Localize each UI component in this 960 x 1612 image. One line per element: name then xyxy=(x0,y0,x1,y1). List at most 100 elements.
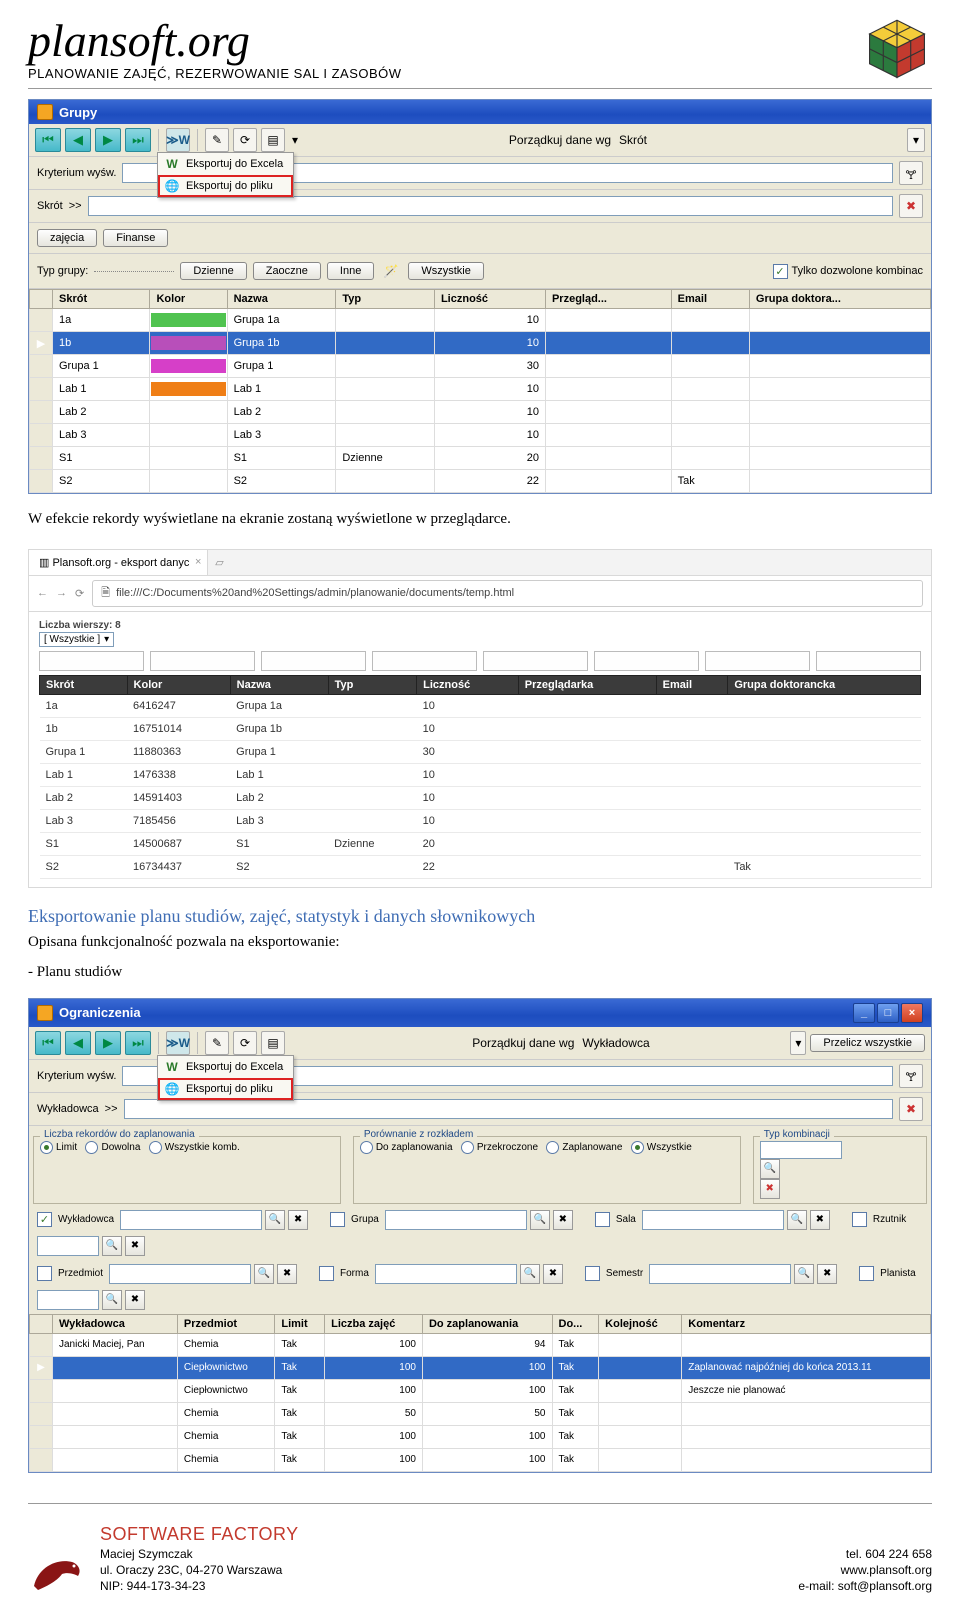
tab-zajecia[interactable]: zajęcia xyxy=(37,229,97,247)
col-gd[interactable]: Grupa doktora... xyxy=(749,290,930,309)
field-przedmiot[interactable] xyxy=(109,1264,251,1284)
table-row[interactable]: ChemiaTak100100Tak xyxy=(30,1425,931,1448)
col-typ[interactable]: Typ xyxy=(336,290,435,309)
col-do[interactable]: Do... xyxy=(552,1314,599,1333)
col-email[interactable]: Email xyxy=(671,290,749,309)
col-lz[interactable]: Liczba zajęć xyxy=(325,1314,423,1333)
search-icon[interactable]: 🔍 xyxy=(254,1264,274,1284)
radio-przekroczone[interactable] xyxy=(461,1141,474,1154)
radio-dowolna[interactable] xyxy=(85,1141,98,1154)
search-icon[interactable]: 🔍 xyxy=(102,1236,122,1256)
chk-przedmiot[interactable] xyxy=(37,1266,52,1281)
search-icon[interactable]: 🔍 xyxy=(265,1210,285,1230)
filter-all-select[interactable]: [ Wszystkie ]▾ xyxy=(39,632,114,647)
col-wyk[interactable]: Wykładowca xyxy=(53,1314,178,1333)
nav-prev-icon[interactable]: ◀ xyxy=(65,128,91,152)
filter-cell[interactable] xyxy=(150,651,255,671)
clear-icon[interactable]: ✖ xyxy=(553,1210,573,1230)
btn-wszystkie[interactable]: Wszystkie xyxy=(408,262,484,280)
chk-rzutnik[interactable] xyxy=(852,1212,867,1227)
search-icon[interactable]: 🔍 xyxy=(102,1290,122,1310)
col-skrot[interactable]: Skrót xyxy=(53,290,150,309)
search-icon[interactable]: 🔍 xyxy=(530,1210,550,1230)
table-row[interactable]: Lab 2Lab 210 xyxy=(30,401,931,424)
clear-icon[interactable]: ✖ xyxy=(277,1264,297,1284)
refresh-icon[interactable]: ⟳ xyxy=(233,128,257,152)
tab-finanse[interactable]: Finanse xyxy=(103,229,168,247)
nav-back-icon[interactable]: ← xyxy=(37,587,48,599)
chk-semestr[interactable] xyxy=(585,1266,600,1281)
filter-cell[interactable] xyxy=(816,651,921,671)
export-excel-item[interactable]: WEksportuj do Excela xyxy=(158,153,293,175)
table-row[interactable]: ChemiaTak100100Tak xyxy=(30,1448,931,1471)
wyk-field[interactable] xyxy=(124,1099,893,1119)
recalc-button[interactable]: Przelicz wszystkie xyxy=(810,1034,925,1052)
field-grupa[interactable] xyxy=(385,1210,527,1230)
chevron-down-icon[interactable]: ▾ xyxy=(289,129,301,151)
table-row[interactable]: S2S222Tak xyxy=(30,470,931,493)
nav-prev-icon[interactable]: ◀ xyxy=(65,1031,91,1055)
filter-cell[interactable] xyxy=(483,651,588,671)
table-row[interactable]: ▶1bGrupa 1b10 xyxy=(30,332,931,355)
filter-cell[interactable] xyxy=(705,651,810,671)
maximize-icon[interactable]: □ xyxy=(877,1003,899,1023)
col-kolor[interactable]: Kolor xyxy=(150,290,227,309)
clear-icon[interactable]: ✖ xyxy=(899,194,923,218)
chk-grupa[interactable] xyxy=(330,1212,345,1227)
minimize-icon[interactable]: _ xyxy=(853,1003,875,1023)
table-row[interactable]: Grupa 1Grupa 130 xyxy=(30,355,931,378)
bcol-gd[interactable]: Grupa doktorancka xyxy=(728,675,921,694)
new-tab-icon[interactable]: ▱ xyxy=(208,551,230,573)
col-lim[interactable]: Limit xyxy=(275,1314,325,1333)
export-file-item[interactable]: 🌐Eksportuj do pliku xyxy=(158,1078,293,1100)
close-icon[interactable]: × xyxy=(901,1003,923,1023)
nav-last-icon[interactable]: ⏭ xyxy=(125,128,151,152)
table-row[interactable]: ChemiaTak5050Tak xyxy=(30,1402,931,1425)
clear-icon[interactable]: ✖ xyxy=(810,1210,830,1230)
nav-fwd-icon[interactable]: → xyxy=(56,587,67,599)
bcol-prz[interactable]: Przeglądarka xyxy=(518,675,656,694)
table-row[interactable]: ▶CiepłownictwoTak100100TakZaplanować naj… xyxy=(30,1356,931,1379)
filter-icon[interactable]: 🝖 xyxy=(899,1064,923,1088)
address-bar[interactable]: 🗎file:///C:/Documents%20and%20Settings/a… xyxy=(92,580,923,607)
export-dropdown-button[interactable]: ≫W xyxy=(166,128,190,152)
col-kom[interactable]: Komentarz xyxy=(682,1314,931,1333)
nav-first-icon[interactable]: ⏮ xyxy=(35,1031,61,1055)
clear-icon[interactable]: ✖ xyxy=(288,1210,308,1230)
field-planista[interactable] xyxy=(37,1290,99,1310)
export-excel-item[interactable]: WEksportuj do Excela xyxy=(158,1056,293,1078)
field-forma[interactable] xyxy=(375,1264,517,1284)
refresh-icon[interactable]: ⟳ xyxy=(233,1031,257,1055)
col-dz[interactable]: Do zaplanowania xyxy=(422,1314,552,1333)
expand-chev[interactable]: >> xyxy=(69,200,82,212)
bcol-typ[interactable]: Typ xyxy=(328,675,417,694)
col-kol[interactable]: Kolejność xyxy=(599,1314,682,1333)
search-icon[interactable]: 🔍 xyxy=(787,1210,807,1230)
filter-cell[interactable] xyxy=(39,651,144,671)
btn-zaoczne[interactable]: Zaoczne xyxy=(253,262,321,280)
field-rzutnik[interactable] xyxy=(37,1236,99,1256)
clear-icon[interactable]: ✖ xyxy=(543,1264,563,1284)
radio-limit[interactable] xyxy=(40,1141,53,1154)
radio-wszystkie[interactable] xyxy=(631,1141,644,1154)
nav-next-icon[interactable]: ▶ xyxy=(95,128,121,152)
bcol-skrot[interactable]: Skrót xyxy=(40,675,128,694)
col-nazwa[interactable]: Nazwa xyxy=(227,290,336,309)
table-row[interactable]: Janicki Maciej, PanChemiaTak10094Tak xyxy=(30,1333,931,1356)
table-row[interactable]: Lab 1Lab 110 xyxy=(30,378,931,401)
field-wykladowca[interactable] xyxy=(120,1210,262,1230)
radio-dozaplan[interactable] xyxy=(360,1141,373,1154)
bcol-licz[interactable]: Liczność xyxy=(417,675,519,694)
col-prz[interactable]: Przedmiot xyxy=(177,1314,274,1333)
table-row[interactable]: 1aGrupa 1a10 xyxy=(30,309,931,332)
allowed-checkbox[interactable]: ✓ xyxy=(773,264,788,279)
table-row[interactable]: CiepłownictwoTak100100TakJeszcze nie pla… xyxy=(30,1379,931,1402)
radio-zaplanowane[interactable] xyxy=(546,1141,559,1154)
wand-icon[interactable]: 🪄 xyxy=(380,260,402,282)
chk-forma[interactable] xyxy=(319,1266,334,1281)
field-semestr[interactable] xyxy=(649,1264,791,1284)
radio-wszystkie-komb[interactable] xyxy=(149,1141,162,1154)
chk-wykladowca[interactable]: ✓ xyxy=(37,1212,52,1227)
btn-inne[interactable]: Inne xyxy=(327,262,374,280)
export-dropdown-button[interactable]: ≫W xyxy=(166,1031,190,1055)
